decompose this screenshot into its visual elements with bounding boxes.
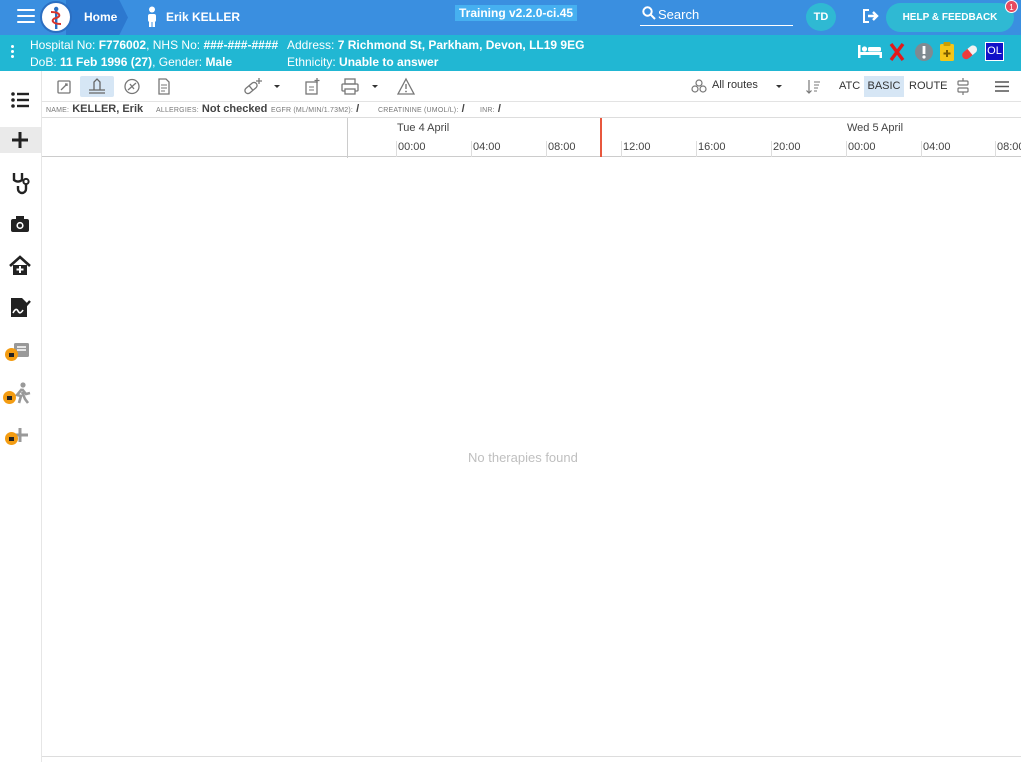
app-logo[interactable] — [40, 1, 72, 33]
edit-chart-icon[interactable] — [54, 76, 74, 97]
hour-label: 08:00 — [995, 141, 1021, 157]
hour-label: 16:00 — [696, 141, 726, 157]
add-icon[interactable] — [0, 127, 41, 153]
hospital-nhs-line: Hospital No: F776002, NHS No: ###-###-##… — [30, 38, 279, 52]
hour-label: 12:00 — [621, 141, 651, 157]
stethoscope-icon[interactable] — [8, 169, 34, 195]
gender-value: Male — [205, 55, 233, 69]
date-label-day1: Tue 4 April — [397, 122, 450, 134]
egfr-value: / — [356, 103, 360, 115]
allergies-value[interactable]: Not checked — [202, 103, 267, 115]
basic-button[interactable]: BASIC — [864, 76, 904, 97]
name-label: NAME: — [46, 107, 70, 114]
hour-label: 00:00 — [396, 141, 426, 157]
hour-label: 20:00 — [771, 141, 801, 157]
routes-dropdown[interactable]: All routes — [712, 79, 758, 91]
camera-icon[interactable] — [8, 211, 34, 237]
dob-value: 11 Feb 1996 (27) — [60, 55, 153, 69]
routes-filter-icon[interactable] — [690, 76, 708, 97]
creatinine-label: CREATININE (UMOL/L): — [378, 107, 459, 114]
empty-state-message: No therapies found — [468, 450, 578, 465]
warning-circle-icon[interactable] — [914, 42, 934, 65]
administer-icon[interactable] — [80, 76, 114, 97]
chart-toolbar: All routes ATC BASIC ROUTE — [42, 71, 1021, 102]
creatinine-value: / — [461, 103, 465, 115]
ethnicity-line: Ethnicity: Unable to answer — [287, 55, 439, 69]
kebab-menu-icon[interactable] — [11, 45, 15, 60]
hour-label: 04:00 — [471, 141, 501, 157]
date-label-day2: Wed 5 April — [847, 122, 904, 134]
chevron-down-icon[interactable] — [272, 76, 282, 97]
hour-label: 04:00 — [921, 141, 951, 157]
address-line: Address: 7 Richmond St, Parkham, Devon, … — [287, 38, 585, 52]
patient-banner: Hospital No: F776002, NHS No: ###-###-##… — [0, 35, 1021, 71]
lock-icon — [5, 432, 18, 445]
chevron-down-icon[interactable] — [370, 76, 380, 97]
ethnicity-value: Unable to answer — [339, 55, 439, 69]
red-x-alert-icon[interactable] — [889, 42, 905, 65]
search-icon — [642, 6, 656, 23]
patient-name-crumb[interactable]: Erik KELLER — [166, 10, 240, 24]
address-value: 7 Richmond St, Parkham, Devon, LL19 9EG — [337, 38, 585, 52]
user-avatar[interactable]: TD — [806, 3, 836, 31]
pill-icon[interactable] — [959, 42, 981, 65]
add-prescription-icon[interactable] — [242, 76, 264, 97]
left-sidebar — [0, 71, 42, 762]
allergies-label: ALLERGIES: — [156, 107, 199, 114]
expand-collapse-icon[interactable] — [954, 76, 972, 97]
logout-icon[interactable] — [862, 8, 880, 27]
home-plus-icon[interactable] — [8, 253, 34, 279]
dob-gender-line: DoB: 11 Feb 1996 (27), Gender: Male — [30, 55, 233, 69]
clipboard-icon[interactable] — [939, 41, 955, 64]
timeline-header: Tue 4 April Wed 5 April 00:00 04:00 08:0… — [42, 117, 1021, 158]
hamburger-menu-icon[interactable] — [17, 9, 35, 25]
top-bar: Home Erik KELLER Training v2.2.0-ci.45 S… — [0, 0, 1021, 35]
route-button[interactable]: ROUTE — [909, 80, 948, 92]
ol-badge[interactable]: OL — [985, 42, 1004, 61]
nhs-number: ###-###-#### — [203, 38, 279, 52]
lock-icon — [5, 348, 18, 361]
atc-button[interactable]: ATC — [839, 80, 860, 92]
home-label[interactable]: Home — [84, 10, 117, 24]
hour-label: 00:00 — [846, 141, 876, 157]
chevron-down-icon[interactable] — [774, 76, 784, 97]
egfr-label: EGFR (ML/MIN/1.73M2): — [271, 107, 353, 114]
training-version-badge: Training v2.2.0-ci.45 — [455, 5, 578, 21]
sort-icon[interactable] — [804, 76, 822, 97]
lock-icon — [3, 391, 16, 404]
search-box[interactable]: Search — [640, 4, 793, 26]
add-protocol-icon[interactable] — [302, 76, 322, 97]
notification-badge: 1 — [1005, 0, 1018, 13]
person-icon — [145, 6, 159, 31]
inr-value: / — [497, 103, 501, 115]
help-feedback-button[interactable]: HELP & FEEDBACK — [886, 3, 1014, 32]
hour-label: 08:00 — [546, 141, 576, 157]
document-icon[interactable] — [154, 76, 174, 97]
patient-info-strip: NAME: KELLER, Erik ALLERGIES: Not checke… — [42, 102, 1021, 118]
disabled-pill-icon[interactable] — [122, 76, 142, 97]
inr-label: INR: — [480, 107, 495, 114]
timeline-divider — [347, 118, 348, 158]
warning-triangle-icon[interactable] — [396, 76, 416, 97]
hospital-number: F776002 — [98, 38, 147, 52]
list-view-icon[interactable] — [8, 87, 34, 113]
search-label[interactable]: Search — [658, 7, 699, 22]
hamburger-menu-icon[interactable] — [993, 76, 1011, 97]
name-value: KELLER, Erik — [72, 103, 144, 115]
bottom-divider — [42, 756, 1021, 757]
signed-document-icon[interactable] — [8, 295, 34, 321]
print-icon[interactable] — [340, 76, 360, 97]
current-time-marker — [600, 118, 602, 157]
bed-icon[interactable] — [857, 41, 883, 64]
